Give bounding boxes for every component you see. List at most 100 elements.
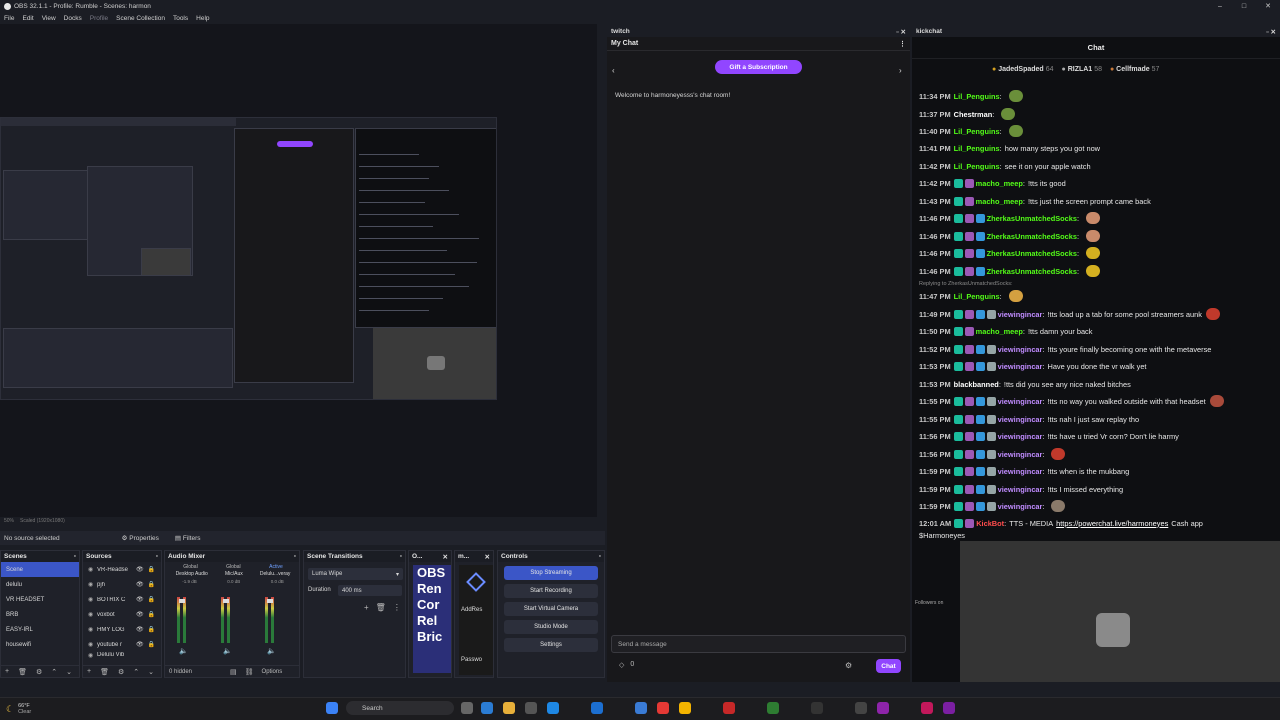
obs-taskbar-icon[interactable] (855, 702, 867, 714)
start-virtual-camera-button[interactable]: Start Virtual Camera (504, 602, 598, 616)
transition-properties-icon[interactable]: ⋮ (393, 603, 401, 612)
remove-source-icon[interactable]: 🗑 (100, 668, 109, 676)
dock-float-icon[interactable]: ▫ (156, 553, 158, 560)
message-username[interactable]: Lil_Penguins (954, 292, 1000, 301)
message-username[interactable]: Lil_Penguins (954, 92, 1000, 101)
menu-tools[interactable]: Tools (173, 15, 188, 22)
close-icon[interactable]: ✕ (443, 553, 448, 561)
app-icon[interactable] (811, 702, 823, 714)
eye-icon[interactable]: 👁 (136, 581, 144, 588)
scene-item[interactable]: delulu (1, 577, 79, 592)
dock-float-icon[interactable]: ▫ (294, 553, 296, 560)
move-up-icon[interactable]: ⌃ (133, 668, 139, 676)
start-icon[interactable] (326, 702, 338, 714)
mixer-layout-icon[interactable]: ▤ (230, 668, 237, 676)
file-explorer-icon[interactable] (503, 702, 515, 714)
speaker-icon[interactable]: 🔈 (267, 647, 276, 655)
weather-widget[interactable]: ☾ 66°F Clear (6, 703, 31, 715)
move-up-icon[interactable]: ⌃ (51, 668, 57, 676)
message-username[interactable]: viewingincar (998, 310, 1043, 319)
scene-item[interactable]: BRB (1, 607, 79, 622)
message-username[interactable]: ZherkasUnmatchedSocks (987, 232, 1077, 241)
source-item[interactable]: ◉ youtube r 👁 🔒 (83, 637, 161, 652)
xbox-icon[interactable] (767, 702, 779, 714)
message-username[interactable]: macho_meep (976, 197, 1023, 206)
dock-controls[interactable]: ▫ ✕ (896, 28, 906, 36)
properties-button[interactable]: ⚙ Properties (122, 534, 159, 542)
chat-send-button[interactable]: Chat (876, 659, 901, 673)
move-down-icon[interactable]: ⌄ (66, 668, 72, 676)
channel-name[interactable]: Mic/Aux (225, 571, 243, 578)
close-button[interactable]: ✕ (1256, 0, 1280, 12)
remove-scene-icon[interactable]: 🗑 (18, 668, 27, 676)
scene-item[interactable]: Scene (1, 562, 79, 577)
message-username[interactable]: viewingincar (998, 450, 1043, 459)
add-transition-icon[interactable]: + (364, 603, 369, 612)
eye-icon[interactable]: 👁 (136, 611, 144, 618)
eye-icon[interactable]: 👁 (136, 641, 144, 648)
transition-select[interactable]: Luma Wipe ▾ (308, 568, 403, 580)
minimize-button[interactable]: – (1208, 0, 1232, 12)
message-username[interactable]: viewingincar (998, 485, 1043, 494)
app-icon[interactable] (723, 702, 735, 714)
source-item[interactable]: ◉ BOTRIX C 👁 🔒 (83, 592, 161, 607)
app-icon[interactable] (547, 702, 559, 714)
message-username[interactable]: ZherkasUnmatchedSocks (987, 249, 1077, 258)
move-down-icon[interactable]: ⌄ (148, 668, 154, 676)
menu-profile[interactable]: Profile (90, 15, 108, 22)
filters-button[interactable]: ▤ Filters (175, 534, 201, 542)
message-username[interactable]: viewingincar (998, 415, 1043, 424)
dock-controls[interactable]: ▫ ✕ (1266, 28, 1276, 36)
lock-icon[interactable]: 🔒 (148, 581, 155, 588)
add-source-icon[interactable]: + (87, 668, 91, 675)
message-username[interactable]: macho_meep (976, 179, 1023, 188)
dock-float-icon[interactable]: ▫ (400, 553, 402, 560)
menu-scene-collection[interactable]: Scene Collection (116, 15, 165, 22)
lock-icon[interactable]: 🔒 (148, 566, 155, 573)
message-username[interactable]: viewingincar (998, 397, 1043, 406)
message-username[interactable]: Lil_Penguins (954, 127, 1000, 136)
remove-transition-icon[interactable]: 🗑 (376, 603, 386, 612)
settings-gear-icon[interactable]: ⚙ (845, 661, 852, 670)
menu-edit[interactable]: Edit (22, 15, 33, 22)
source-item[interactable]: ◉ VR-Headse 👁 🔒 (83, 562, 161, 577)
speaker-icon[interactable]: 🔈 (179, 647, 188, 655)
start-recording-button[interactable]: Start Recording (504, 584, 598, 598)
maximize-button[interactable]: □ (1232, 0, 1256, 12)
store-icon[interactable] (525, 702, 537, 714)
source-item[interactable]: ◉ HMY LOG 👁 🔒 (83, 622, 161, 637)
settings-button[interactable]: Settings (504, 638, 598, 652)
dock-float-icon[interactable]: ▫ (74, 553, 76, 560)
lock-icon[interactable]: 🔒 (148, 596, 155, 603)
speaker-icon[interactable]: 🔈 (223, 647, 232, 655)
channel-name[interactable]: Delulu...veray (260, 571, 291, 578)
message-username[interactable]: KickBot (976, 519, 1004, 528)
message-username[interactable]: viewingincar (998, 362, 1043, 371)
source-item[interactable]: ◉ pjh 👁 🔒 (83, 577, 161, 592)
menu-view[interactable]: View (42, 15, 56, 22)
link-icon[interactable]: ⛓ (245, 668, 254, 676)
eye-icon[interactable]: 👁 (136, 626, 144, 633)
menu-help[interactable]: Help (196, 15, 209, 22)
message-username[interactable]: Lil_Penguins (954, 144, 1000, 153)
message-username[interactable]: blackbanned (954, 380, 999, 389)
send-message-input[interactable]: Send a message (611, 635, 906, 653)
gift-subscription-button[interactable]: Gift a Subscription (715, 60, 802, 74)
eye-icon[interactable]: 👁 (136, 596, 144, 603)
message-username[interactable]: Lil_Penguins (954, 162, 1000, 171)
chrome-icon[interactable] (679, 702, 691, 714)
channel-name[interactable]: Desktop Audio (176, 571, 208, 578)
message-username[interactable]: Chestrman (954, 110, 993, 119)
channel-points[interactable]: ◇ 0 (619, 661, 634, 669)
expand-right-icon[interactable]: › (899, 66, 902, 75)
youtube-icon[interactable] (657, 702, 669, 714)
taskbar-search[interactable]: Search (346, 701, 454, 715)
twitch-taskbar-icon[interactable] (877, 702, 889, 714)
menu-docks[interactable]: Docks (64, 15, 82, 22)
dock-float-icon[interactable]: ▫ (599, 553, 601, 560)
volume-slider[interactable] (267, 599, 273, 603)
app-icon[interactable] (921, 702, 933, 714)
duration-input[interactable]: 400 ms (338, 585, 402, 596)
scene-item[interactable]: housewifi (1, 637, 79, 652)
add-scene-icon[interactable]: + (5, 668, 9, 675)
